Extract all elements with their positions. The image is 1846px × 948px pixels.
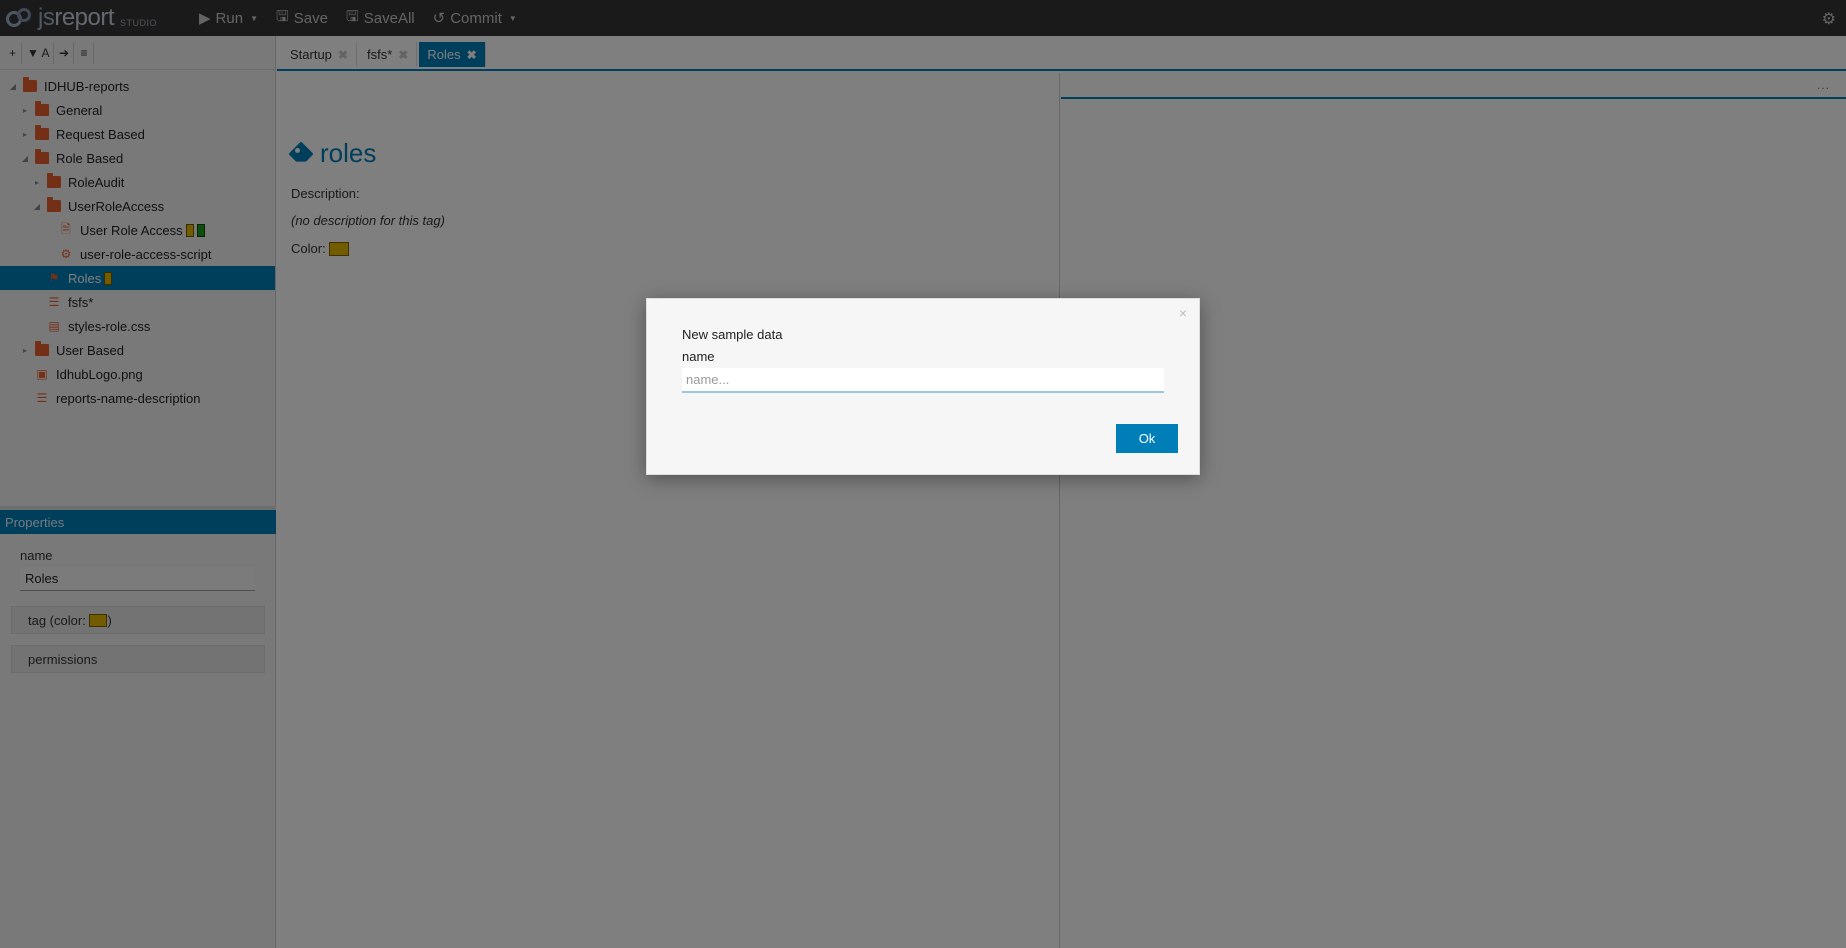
ok-button[interactable]: Ok (1116, 424, 1178, 453)
dialog-title: New sample data (682, 327, 783, 342)
name-label: name (682, 349, 715, 364)
new-sample-data-dialog: × New sample data name Ok (646, 298, 1200, 475)
sample-name-input[interactable] (682, 368, 1164, 393)
close-icon[interactable]: × (1179, 305, 1187, 321)
